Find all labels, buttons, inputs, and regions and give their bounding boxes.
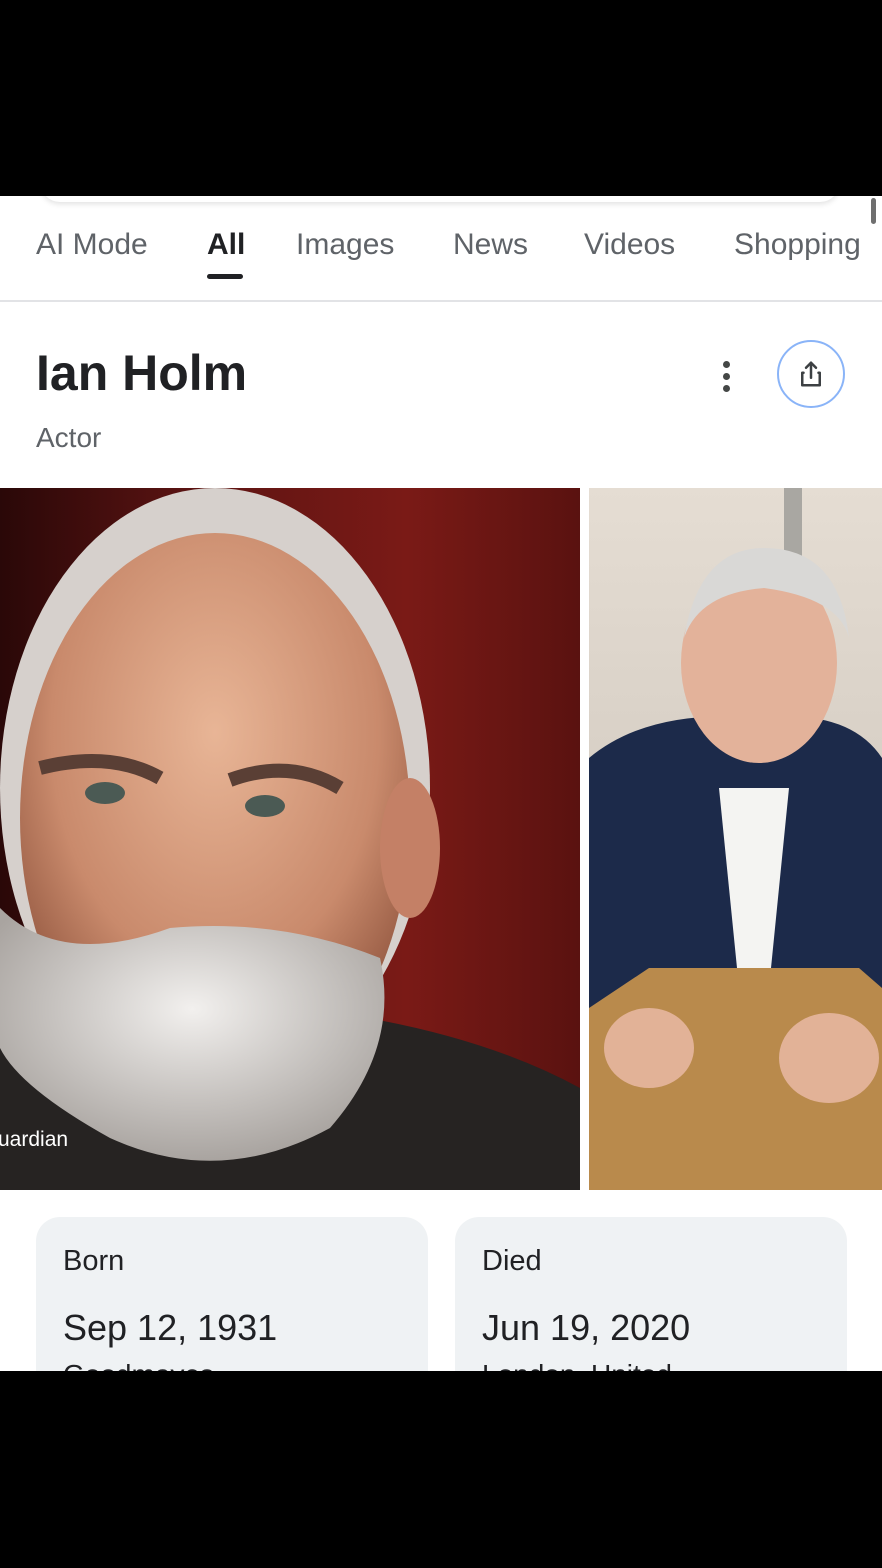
more-options-button[interactable] [706, 356, 746, 396]
fact-value: Sep 12, 1931 [63, 1307, 278, 1348]
portrait-illustration [0, 488, 580, 1190]
fact-value: Jun 19, 2020 [482, 1307, 691, 1348]
fact-place: London, United [482, 1359, 672, 1371]
search-results-screen: AI Mode All Images News Videos Shopping … [0, 196, 882, 1371]
search-tabs: AI Mode All Images News Videos Shopping [0, 196, 882, 302]
entity-image-primary[interactable]: uardian [0, 488, 580, 1190]
image-source-label: uardian [0, 1128, 69, 1151]
fact-card-born[interactable]: Born Sep 12, 1931 Goodmayes [36, 1217, 428, 1371]
share-button[interactable] [777, 340, 845, 408]
tab-news[interactable]: News [453, 228, 528, 262]
tab-all[interactable]: All [207, 228, 245, 262]
tab-ai-mode[interactable]: AI Mode [36, 228, 148, 262]
fact-place: Goodmayes [63, 1359, 214, 1371]
portrait-illustration-2 [589, 488, 882, 1190]
more-vert-icon [722, 360, 730, 368]
active-tab-indicator [207, 274, 243, 279]
tab-images[interactable]: Images [296, 228, 394, 262]
tab-videos[interactable]: Videos [584, 228, 675, 262]
fact-label: Died [482, 1245, 542, 1277]
bottom-letterbox [0, 1371, 882, 1568]
entity-title: Ian Holm [36, 345, 248, 401]
fact-card-died[interactable]: Died Jun 19, 2020 London, United [455, 1217, 847, 1371]
fact-label: Born [63, 1245, 125, 1277]
tab-shopping[interactable]: Shopping [734, 228, 861, 262]
entity-image-secondary[interactable] [589, 488, 882, 1190]
share-icon [801, 361, 821, 387]
entity-subtitle: Actor [36, 422, 102, 453]
top-letterbox [0, 0, 882, 196]
